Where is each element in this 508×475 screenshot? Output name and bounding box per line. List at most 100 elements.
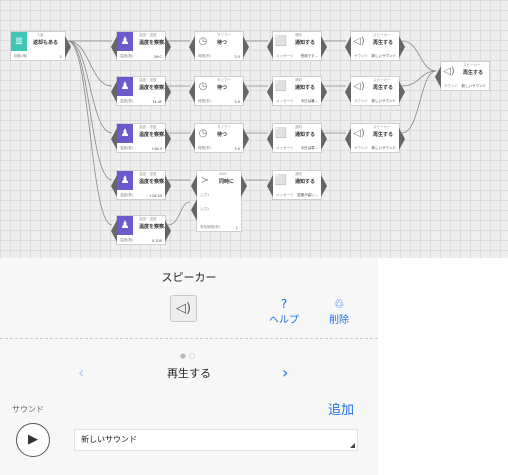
flow-node-h3[interactable]: ♟ 温度・湿度 温度を察察... 温度(数) +28.5	[111, 123, 171, 153]
input-port[interactable]	[189, 36, 195, 58]
node-icon: ♟	[117, 77, 133, 96]
node-icon: ◷	[198, 128, 208, 139]
flow-node-h2[interactable]: ♟ 温度・湿度 温度を察察... 温度(数) 74.0F	[111, 76, 171, 106]
node-param-value: +26.55	[149, 194, 162, 198]
output-port[interactable]	[243, 81, 249, 103]
node-name: 待つ	[217, 40, 228, 46]
node-icon: ≣	[11, 32, 27, 51]
node-param-value: 1	[59, 55, 62, 59]
node-icon: ♟	[117, 124, 133, 143]
logic-input1-label: 入力1	[200, 193, 210, 197]
flow-node-n1[interactable]: ⬜ 通知 通知する メッセージ 快適です...	[267, 31, 327, 61]
flow-node-s3[interactable]: ◁) スピーカー 再生する サウンド 新しいサウンド	[345, 123, 405, 153]
flow-node-start[interactable]: ≣ 人感 返却もある 起動(増) 1	[10, 31, 71, 61]
node-icon: ◁)	[353, 81, 365, 92]
node-param-label: メッセージ	[276, 193, 294, 197]
flow-node-t2[interactable]: ◷ タイマー 待つ 時間(秒) 3.0	[189, 76, 249, 106]
flow-node-s2[interactable]: ◁) スピーカー 再生する サウンド 新しいサウンド	[345, 76, 405, 106]
sound-select[interactable]: 新しいサウンド	[74, 429, 358, 451]
node-param-value: 3.5	[234, 55, 240, 59]
output-port[interactable]	[321, 81, 327, 103]
help-icon: ?	[280, 297, 288, 311]
node-name: 再生する	[373, 132, 394, 138]
node-category: タイマー	[217, 78, 231, 82]
node-param-value: 74.0F	[152, 100, 162, 104]
flow-node-s1[interactable]: ◁) スピーカー 再生する サウンド 新しいサウンド	[345, 31, 405, 61]
node-icon: ⬜	[274, 36, 288, 47]
add-button[interactable]: 追加	[328, 399, 354, 418]
input-port[interactable]	[111, 220, 117, 242]
node-category: 温度・湿度	[139, 78, 157, 82]
input-port[interactable]	[189, 128, 195, 150]
logic-and-icon: ≻	[200, 175, 210, 186]
help-button[interactable]: ? ヘルプ	[269, 297, 299, 326]
input-port[interactable]	[267, 36, 273, 58]
input-port[interactable]	[111, 128, 117, 150]
input-port[interactable]	[267, 128, 273, 150]
node-icon: ⬜	[274, 175, 288, 186]
input-port[interactable]	[111, 81, 117, 103]
flow-node-s4[interactable]: ◁) スピーカー 再生する サウンド 新しいサウンド	[435, 61, 490, 91]
flow-node-t3[interactable]: ◷ タイマー 待つ 時間(秒) 3.0	[189, 123, 249, 153]
flow-node-n2[interactable]: ⬜ 通知 通知する メッセージ 今日は暑...	[267, 76, 327, 106]
node-param-label: 温度(数)	[120, 146, 134, 150]
input-port[interactable]	[191, 175, 197, 197]
next-action-button[interactable]: ›	[282, 363, 288, 382]
input-port[interactable]	[267, 81, 273, 103]
flow-node-h1[interactable]: ♟ 温度・湿度 温度を察察... 温度(数) 26·C	[111, 31, 171, 61]
output-port[interactable]	[165, 36, 171, 58]
node-name: 同時に	[219, 179, 235, 185]
node-param-value: 3.0	[234, 100, 240, 104]
delete-button[interactable]: ♲ 削除	[329, 297, 349, 326]
output-port[interactable]	[321, 128, 327, 150]
flow-node-h5[interactable]: ♟ 温度・湿度 温度を察察... 温度(数) 0-100	[111, 215, 171, 245]
node-name: 待つ	[217, 85, 228, 91]
play-button[interactable]: ▶	[16, 423, 50, 457]
output-port[interactable]	[399, 36, 405, 58]
node-category: 通知	[295, 172, 302, 176]
input-port[interactable]	[189, 81, 195, 103]
input-port[interactable]	[345, 36, 351, 58]
node-param-label: 有効時間(秒)	[200, 225, 221, 229]
empty-area	[378, 258, 508, 475]
output-port[interactable]	[165, 220, 171, 242]
output-port[interactable]	[165, 175, 171, 197]
flow-node-n3[interactable]: ⬜ 通知 通知する メッセージ 今日は寒...	[267, 123, 327, 153]
node-param-label: 起動(増)	[14, 54, 28, 58]
input-port[interactable]	[435, 66, 441, 88]
flow-node-t1[interactable]: ◷ タイマー 待つ 時間(秒) 3.5	[189, 31, 249, 61]
flow-node-n4[interactable]: ⬜ 通知 通知する メッセージ 湿度が高い...	[267, 170, 327, 200]
output-port[interactable]	[243, 36, 249, 58]
flow-node-h4[interactable]: ♟ 温度・湿度 温度を察察... 温度(数) +26.55	[111, 170, 171, 200]
output-port[interactable]	[399, 81, 405, 103]
input-port[interactable]	[111, 36, 117, 58]
output-port[interactable]	[321, 36, 327, 58]
node-category: 通知	[295, 78, 302, 82]
output-port[interactable]	[241, 175, 247, 197]
output-port[interactable]	[65, 36, 71, 58]
logic-and-node[interactable]: ≻ AND 同時に 入力1 入力2 有効時間(秒) 1	[191, 170, 247, 232]
node-param-value: 26·C	[153, 55, 162, 59]
node-category: 温度・湿度	[139, 33, 157, 37]
flow-canvas[interactable]: ≣ 人感 返却もある 起動(増) 1 ♟ 温度・湿度 温度を察察... 温度(数) 26·C ♟ 温…	[0, 0, 508, 258]
node-param-value: 新しいサウンド	[461, 84, 487, 88]
node-param-label: 温度(数)	[120, 193, 134, 197]
node-icon: ◷	[198, 81, 208, 92]
node-icon: ◁)	[353, 128, 365, 139]
output-port[interactable]	[165, 128, 171, 150]
page-indicator: ●○	[179, 352, 199, 360]
output-port[interactable]	[243, 128, 249, 150]
output-port[interactable]	[321, 175, 327, 197]
output-port[interactable]	[399, 128, 405, 150]
action-label: 再生する	[167, 367, 211, 380]
node-icon: ♟	[117, 171, 133, 190]
input-port[interactable]	[267, 175, 273, 197]
input-port[interactable]	[191, 199, 197, 221]
node-category: AND	[219, 172, 227, 176]
input-port[interactable]	[345, 128, 351, 150]
output-port[interactable]	[165, 81, 171, 103]
node-icon: ♟	[117, 32, 133, 51]
input-port[interactable]	[345, 81, 351, 103]
node-param-value: 新しいサウンド	[371, 146, 397, 150]
input-port[interactable]	[111, 175, 117, 197]
